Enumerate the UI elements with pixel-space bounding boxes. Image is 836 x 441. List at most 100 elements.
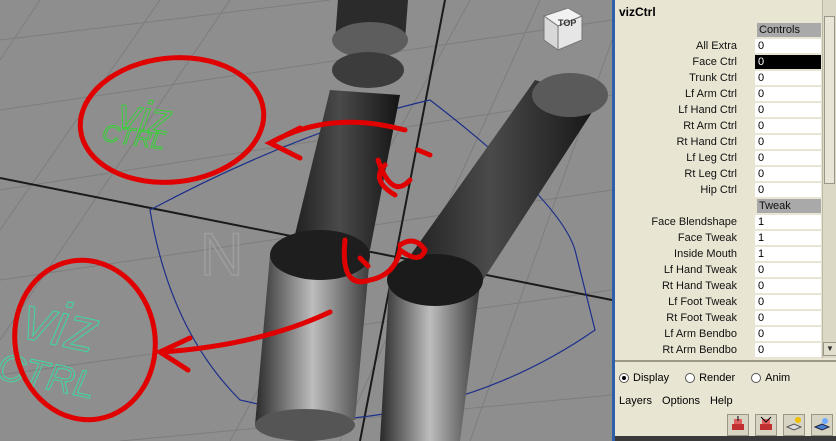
radio-label: Display — [633, 372, 670, 384]
attr-row-rt-hand-ctrl[interactable]: Rt Hand Ctrl 0 — [615, 134, 821, 150]
ghost-label: N — [200, 221, 243, 288]
menu-help[interactable]: Help — [710, 395, 733, 407]
create-layer-icon-graphic — [785, 417, 803, 431]
layer-mode-radio-group: Display Render Anim — [619, 372, 790, 384]
attr-row-lf-foot-tweak[interactable]: Lf Foot Tweak 0 — [615, 294, 821, 310]
attr-value-field[interactable]: 0 — [755, 103, 821, 117]
new-layer-selected-icon-graphic — [760, 416, 772, 430]
menu-layers[interactable]: Layers — [619, 395, 652, 407]
attr-row-face-blendshape[interactable]: Face Blendshape 1 — [615, 214, 821, 230]
attr-label: Rt Hand Tweak — [661, 280, 737, 292]
attr-label: Lf Hand Tweak — [663, 264, 737, 276]
attr-label: Face Tweak — [677, 232, 737, 244]
left-shoe-top — [270, 230, 370, 280]
attr-value-field[interactable]: 0 — [755, 71, 821, 85]
attr-label: Hip Ctrl — [700, 184, 737, 196]
attr-label: Rt Arm Bendbo — [662, 344, 737, 356]
radio-selected-icon[interactable] — [619, 373, 629, 383]
attr-value-field[interactable]: 0 — [755, 87, 821, 101]
viz-ctrl-shape-1: viz CTRL — [100, 88, 175, 155]
channel-box-title: vizCtrl — [619, 5, 656, 19]
attr-value-field[interactable]: 0 — [755, 135, 821, 149]
attr-row-inside-mouth[interactable]: Inside Mouth 1 — [615, 246, 821, 262]
attr-value-field[interactable]: 1 — [755, 231, 821, 245]
right-knee-ring — [532, 73, 608, 117]
attr-row-face-tweak[interactable]: Face Tweak 1 — [615, 230, 821, 246]
attr-label: Rt Hand Ctrl — [676, 136, 737, 148]
attr-row-lf-hand-ctrl[interactable]: Lf Hand Ctrl 0 — [615, 102, 821, 118]
attr-row-all-extra[interactable]: All Extra 0 — [615, 38, 821, 54]
new-layer-icon[interactable] — [727, 414, 749, 436]
attr-value-field[interactable]: 0 — [755, 295, 821, 309]
attr-value-field[interactable]: 0 — [755, 183, 821, 197]
attr-value-field[interactable]: 0 — [755, 327, 821, 341]
radio-render[interactable]: Render — [685, 372, 735, 384]
new-layer-icon-graphic — [732, 416, 744, 430]
layer-toolbar — [727, 414, 833, 436]
create-layer-icon[interactable] — [783, 414, 805, 436]
layer-options-icon[interactable] — [811, 414, 833, 436]
attr-label: Lf Leg Ctrl — [686, 152, 737, 164]
radio-label: Render — [699, 372, 736, 384]
view-cube-icon — [542, 7, 584, 51]
attr-row-lf-leg-ctrl[interactable]: Lf Leg Ctrl 0 — [615, 150, 821, 166]
layer-options-icon-graphic — [813, 418, 831, 431]
attr-label: Face Ctrl — [692, 56, 737, 68]
attr-label: Trunk Ctrl — [689, 72, 737, 84]
attr-value-field[interactable]: 0 — [755, 279, 821, 293]
bottom-strip — [615, 436, 836, 441]
right-shoe-top — [387, 254, 483, 306]
scrollbar-thumb[interactable] — [824, 16, 835, 184]
radio-anim[interactable]: Anim — [751, 372, 790, 384]
3d-viewport[interactable]: N viz CTRL viz CTRL TOP — [0, 0, 612, 441]
attr-value-field[interactable]: 1 — [755, 215, 821, 229]
attr-row-hip-ctrl[interactable]: Hip Ctrl 0 — [615, 182, 821, 198]
radio-icon[interactable] — [685, 373, 696, 383]
left-knee-ring-2 — [332, 52, 404, 88]
attr-row-rt-hand-tweak[interactable]: Rt Hand Tweak 0 — [615, 278, 821, 294]
attr-label: Inside Mouth — [674, 248, 737, 260]
attr-label: Rt Foot Tweak — [666, 312, 737, 324]
attr-label: Rt Leg Ctrl — [684, 168, 737, 180]
channel-box-scrollbar[interactable]: ▼ — [822, 0, 836, 358]
attr-row-rt-arm-ctrl[interactable]: Rt Arm Ctrl 0 — [615, 118, 821, 134]
view-cube-label: TOP — [558, 18, 577, 28]
attr-label: Lf Arm Ctrl — [685, 88, 737, 100]
attr-label: Lf Foot Tweak — [668, 296, 737, 308]
attr-row-rt-foot-tweak[interactable]: Rt Foot Tweak 0 — [615, 310, 821, 326]
view-cube[interactable]: TOP — [540, 6, 584, 52]
group-header-tweak: Tweak — [757, 199, 821, 213]
attr-row-face-ctrl[interactable]: Face Ctrl 0 — [615, 54, 821, 70]
group-header-controls: Controls — [757, 23, 821, 37]
attr-row-lf-arm-ctrl[interactable]: Lf Arm Ctrl 0 — [615, 86, 821, 102]
attr-label: Face Blendshape — [651, 216, 737, 228]
attr-row-trunk-ctrl[interactable]: Trunk Ctrl 0 — [615, 70, 821, 86]
attr-value-field[interactable]: 1 — [755, 247, 821, 261]
attr-label: Lf Hand Ctrl — [678, 104, 737, 116]
radio-display[interactable]: Display — [619, 372, 669, 384]
attr-row-rt-leg-ctrl[interactable]: Rt Leg Ctrl 0 — [615, 166, 821, 182]
menu-options[interactable]: Options — [662, 395, 700, 407]
attr-value-field[interactable]: 0 — [755, 343, 821, 357]
attr-row-rt-arm-bendbo[interactable]: Rt Arm Bendbo 0 — [615, 342, 821, 358]
attr-row-lf-hand-tweak[interactable]: Lf Hand Tweak 0 — [615, 262, 821, 278]
left-shoe-bottom — [255, 409, 355, 441]
attr-value-field[interactable]: 0 — [755, 119, 821, 133]
attr-row-lf-arm-bendbo[interactable]: Lf Arm Bendbo 0 — [615, 326, 821, 342]
scroll-down-arrow-icon[interactable]: ▼ — [823, 342, 836, 356]
attr-label: All Extra — [696, 40, 737, 52]
attr-value-field[interactable]: 0 — [755, 39, 821, 53]
attr-value-field[interactable]: 0 — [755, 311, 821, 325]
attr-label: Rt Arm Ctrl — [683, 120, 737, 132]
layer-editor: Display Render Anim Layers Options Help — [615, 360, 836, 441]
radio-icon[interactable] — [751, 373, 762, 383]
attr-value-field[interactable]: 0 — [755, 167, 821, 181]
new-layer-selected-icon[interactable] — [755, 414, 777, 436]
viewport-scene: N viz CTRL viz CTRL — [0, 0, 612, 441]
layer-menu-bar: Layers Options Help — [619, 395, 733, 407]
attr-label: Lf Arm Bendbo — [664, 328, 737, 340]
attr-value-field[interactable]: 0 — [755, 151, 821, 165]
attr-value-field[interactable]: 0 — [755, 263, 821, 277]
radio-label: Anim — [765, 372, 791, 384]
attr-value-field-selected[interactable]: 0 — [755, 55, 821, 69]
